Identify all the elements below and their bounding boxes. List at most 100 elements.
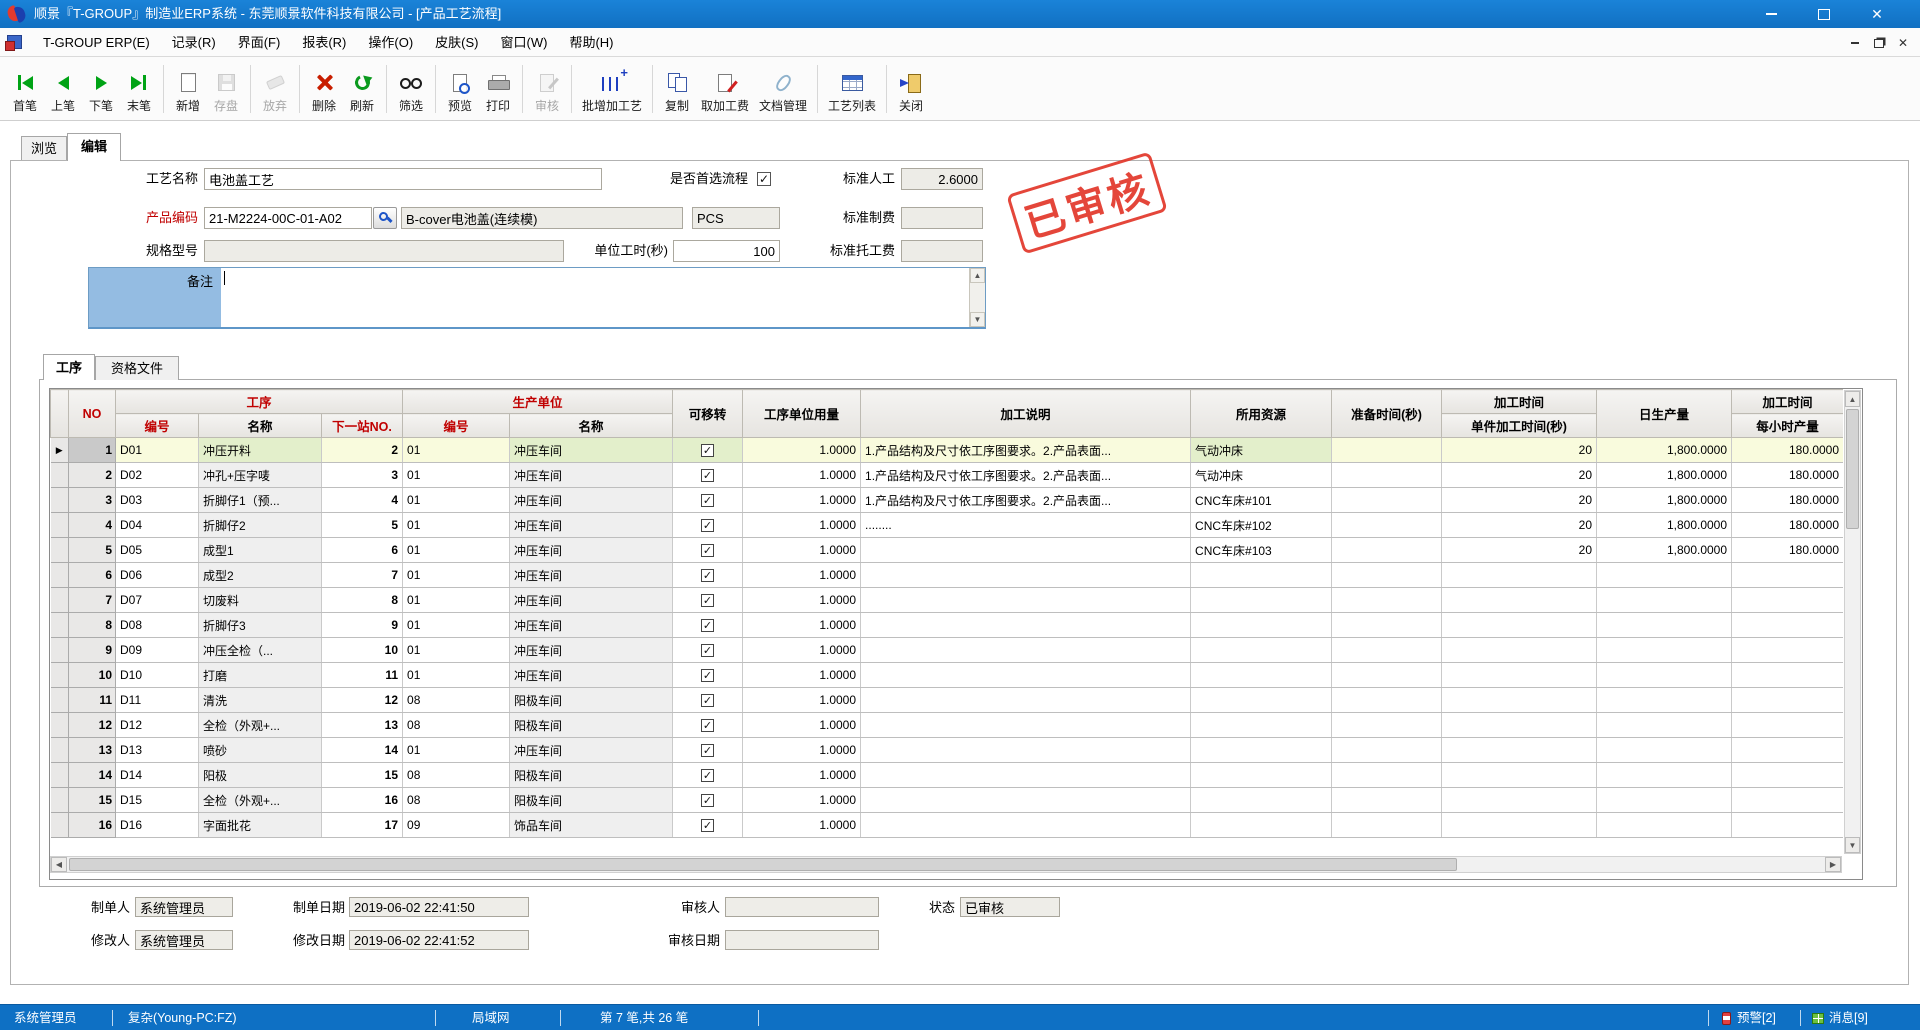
cell-prep[interactable] bbox=[1332, 638, 1442, 663]
cell-no[interactable]: 9 bbox=[69, 638, 116, 663]
cell-name[interactable]: 喷砂 bbox=[199, 738, 322, 763]
cell-usage[interactable]: 1.0000 bbox=[743, 438, 861, 463]
cell-hourly[interactable] bbox=[1732, 613, 1843, 638]
cell-unit-name[interactable]: 冲压车间 bbox=[510, 638, 673, 663]
col-name-header[interactable]: 名称 bbox=[199, 414, 322, 438]
cell-unit-code[interactable]: 01 bbox=[403, 638, 510, 663]
cell-desc[interactable] bbox=[861, 613, 1191, 638]
process-list-button[interactable]: 工艺列表 bbox=[823, 61, 881, 117]
cell-resource[interactable]: CNC车床#102 bbox=[1191, 513, 1332, 538]
remark-textarea[interactable] bbox=[221, 268, 969, 327]
cell-name[interactable]: 阳极 bbox=[199, 763, 322, 788]
cell-movable[interactable]: ✓ bbox=[673, 813, 743, 838]
cell-desc[interactable] bbox=[861, 713, 1191, 738]
cell-hourly[interactable] bbox=[1732, 663, 1843, 688]
cell-movable[interactable]: ✓ bbox=[673, 788, 743, 813]
horizontal-scroll-thumb[interactable] bbox=[69, 858, 1457, 871]
col-unit-proc-time-header[interactable]: 单件加工时间(秒) bbox=[1442, 414, 1597, 438]
cell-unit-name[interactable]: 冲压车间 bbox=[510, 463, 673, 488]
table-row[interactable]: 11D11清洗1208阳极车间✓1.0000 bbox=[51, 688, 1844, 713]
cell-unit-name[interactable]: 冲压车间 bbox=[510, 538, 673, 563]
cell-resource[interactable] bbox=[1191, 588, 1332, 613]
next-record-button[interactable]: 下笔 bbox=[82, 61, 120, 117]
cell-desc[interactable]: 1.产品结构及尺寸依工序图要求。2.产品表面... bbox=[861, 438, 1191, 463]
delete-button[interactable]: 删除 bbox=[305, 61, 343, 117]
cell-prep[interactable] bbox=[1332, 788, 1442, 813]
cell-unit-name[interactable]: 饰品车间 bbox=[510, 813, 673, 838]
cell-next[interactable]: 16 bbox=[322, 788, 403, 813]
cell-unit-time[interactable] bbox=[1442, 763, 1597, 788]
cell-code[interactable]: D15 bbox=[116, 788, 199, 813]
close-form-button[interactable]: 关闭 bbox=[892, 61, 930, 117]
cell-hourly[interactable] bbox=[1732, 688, 1843, 713]
document-management-button[interactable]: 文档管理 bbox=[754, 61, 812, 117]
batch-add-process-button[interactable]: 批增加工艺 bbox=[577, 61, 647, 117]
cell-unit-time[interactable] bbox=[1442, 688, 1597, 713]
cell-name[interactable]: 冲压开料 bbox=[199, 438, 322, 463]
cell-next[interactable]: 8 bbox=[322, 588, 403, 613]
table-row[interactable]: 13D13喷砂1401冲压车间✓1.0000 bbox=[51, 738, 1844, 763]
last-record-button[interactable]: 末笔 bbox=[120, 61, 158, 117]
row-selector-cell[interactable] bbox=[51, 688, 69, 713]
cell-desc[interactable] bbox=[861, 588, 1191, 613]
table-row[interactable]: 2D02冲孔+压字唛301冲压车间✓1.00001.产品结构及尺寸依工序图要求。… bbox=[51, 463, 1844, 488]
cell-unit-code[interactable]: 08 bbox=[403, 713, 510, 738]
cell-unit-name[interactable]: 冲压车间 bbox=[510, 563, 673, 588]
cell-hourly[interactable]: 180.0000 bbox=[1732, 488, 1843, 513]
cell-next[interactable]: 3 bbox=[322, 463, 403, 488]
col-hourly-output-header[interactable]: 每小时产量 bbox=[1732, 414, 1843, 438]
cell-next[interactable]: 2 bbox=[322, 438, 403, 463]
movable-checkbox[interactable]: ✓ bbox=[701, 694, 714, 707]
preview-button[interactable]: 预览 bbox=[441, 61, 479, 117]
col-unit-code-header[interactable]: 编号 bbox=[403, 414, 510, 438]
cell-usage[interactable]: 1.0000 bbox=[743, 688, 861, 713]
row-selector-cell[interactable] bbox=[51, 563, 69, 588]
cell-code[interactable]: D10 bbox=[116, 663, 199, 688]
cell-unit-time[interactable] bbox=[1442, 613, 1597, 638]
cell-movable[interactable]: ✓ bbox=[673, 488, 743, 513]
cell-hourly[interactable] bbox=[1732, 763, 1843, 788]
scroll-right-icon[interactable]: ▶ bbox=[1825, 857, 1841, 872]
tab-process-steps[interactable]: 工序 bbox=[43, 354, 95, 380]
cell-no[interactable]: 16 bbox=[69, 813, 116, 838]
cell-resource[interactable]: CNC车床#101 bbox=[1191, 488, 1332, 513]
cell-code[interactable]: D09 bbox=[116, 638, 199, 663]
row-selector-cell[interactable] bbox=[51, 663, 69, 688]
new-button[interactable]: 新增 bbox=[169, 61, 207, 117]
cell-unit-code[interactable]: 01 bbox=[403, 663, 510, 688]
cell-daily[interactable]: 1,800.0000 bbox=[1597, 488, 1732, 513]
cell-usage[interactable]: 1.0000 bbox=[743, 763, 861, 788]
cell-no[interactable]: 15 bbox=[69, 788, 116, 813]
table-row[interactable]: 9D09冲压全检（...1001冲压车间✓1.0000 bbox=[51, 638, 1844, 663]
cell-name[interactable]: 成型2 bbox=[199, 563, 322, 588]
row-selector-cell[interactable] bbox=[51, 638, 69, 663]
row-selector-cell[interactable] bbox=[51, 588, 69, 613]
cell-code[interactable]: D06 bbox=[116, 563, 199, 588]
standard-outsource-fee-input[interactable] bbox=[901, 240, 983, 262]
cell-usage[interactable]: 1.0000 bbox=[743, 463, 861, 488]
cell-no[interactable]: 10 bbox=[69, 663, 116, 688]
cell-unit-name[interactable]: 冲压车间 bbox=[510, 438, 673, 463]
movable-checkbox[interactable]: ✓ bbox=[701, 719, 714, 732]
col-resource-header[interactable]: 所用资源 bbox=[1191, 390, 1332, 438]
cell-code[interactable]: D14 bbox=[116, 763, 199, 788]
cell-code[interactable]: D01 bbox=[116, 438, 199, 463]
standard-mfg-fee-input[interactable] bbox=[901, 207, 983, 229]
cell-next[interactable]: 7 bbox=[322, 563, 403, 588]
cell-no[interactable]: 11 bbox=[69, 688, 116, 713]
cell-name[interactable]: 冲压全检（... bbox=[199, 638, 322, 663]
movable-checkbox[interactable]: ✓ bbox=[701, 769, 714, 782]
cell-resource[interactable]: CNC车床#103 bbox=[1191, 538, 1332, 563]
cell-desc[interactable]: 1.产品结构及尺寸依工序图要求。2.产品表面... bbox=[861, 488, 1191, 513]
table-row[interactable]: 14D14阳极1508阳极车间✓1.0000 bbox=[51, 763, 1844, 788]
menu-item[interactable]: 记录(R) bbox=[161, 28, 227, 57]
movable-checkbox[interactable]: ✓ bbox=[701, 544, 714, 557]
cell-prep[interactable] bbox=[1332, 663, 1442, 688]
standard-labor-input[interactable] bbox=[901, 168, 983, 190]
menu-item[interactable]: 帮助(H) bbox=[558, 28, 624, 57]
group-proc-time2-header[interactable]: 加工时间 bbox=[1732, 390, 1843, 414]
cell-unit-code[interactable]: 01 bbox=[403, 538, 510, 563]
refresh-button[interactable]: 刷新 bbox=[343, 61, 381, 117]
cell-next[interactable]: 5 bbox=[322, 513, 403, 538]
cell-desc[interactable] bbox=[861, 788, 1191, 813]
